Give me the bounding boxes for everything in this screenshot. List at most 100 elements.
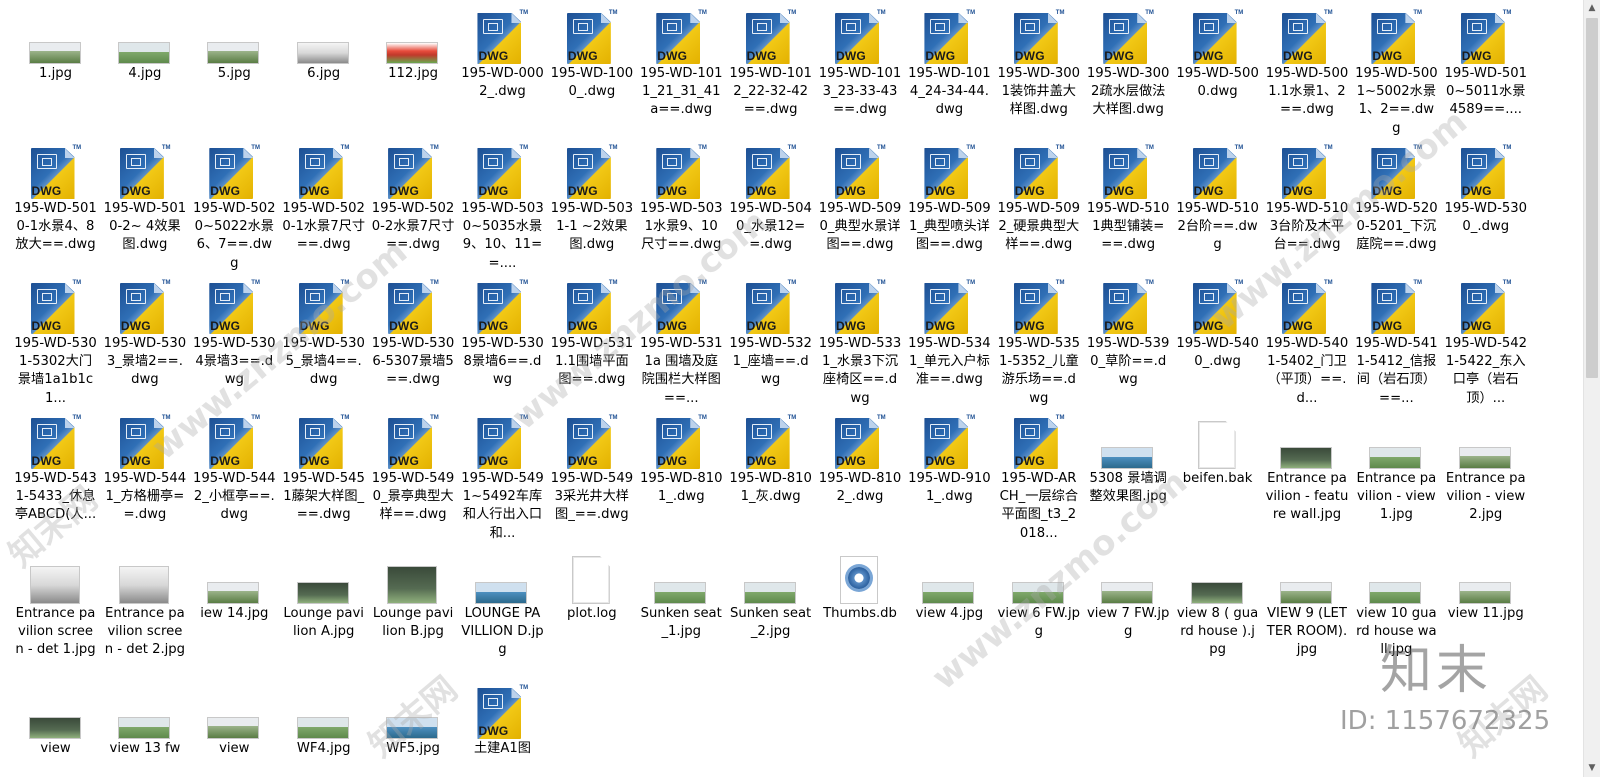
file-name-label: Sunken seat_1.jpg (640, 606, 722, 640)
file-item[interactable]: DWG TM 195-WD-5400_.dwg (1172, 270, 1261, 405)
vertical-scrollbar[interactable]: ▲ ▼ (1583, 0, 1600, 777)
file-item[interactable]: WF4.jpg (278, 675, 367, 777)
file-item[interactable]: Lounge pavilion A.jpg (278, 540, 367, 675)
file-item[interactable]: DWG TM 195-WD-1014_24-34-44.dwg (904, 0, 993, 135)
file-item[interactable]: DWG TM 195-WD-0002_.dwg (457, 0, 546, 135)
file-item[interactable]: DWG TM 195-WD-5020-1水景7尺寸==.dwg (278, 135, 367, 270)
file-item[interactable]: Entrance pavilion - feature wall.jpg (1261, 405, 1350, 540)
file-item[interactable]: DWG TM 195-WD-5001.1水景1、2==.dwg (1261, 0, 1350, 135)
file-item[interactable]: DWG TM 195-WD-ARCH_一层综合平面图_t3_2018... (993, 405, 1082, 541)
file-item[interactable]: view (10, 675, 99, 777)
file-item[interactable]: 5.jpg (189, 0, 278, 135)
scrollbar-thumb[interactable] (1586, 18, 1598, 378)
file-item[interactable]: view 8 ( guard house ).jpg (1172, 540, 1261, 675)
scroll-down-arrow-icon[interactable]: ▼ (1584, 760, 1600, 777)
file-item[interactable]: 112.jpg (368, 0, 457, 135)
file-item[interactable]: Entrance pavilion screen - det 2.jpg (99, 540, 188, 675)
file-item[interactable]: Sunken seat_1.jpg (636, 540, 725, 675)
trademark-label: TM (877, 10, 886, 16)
file-item[interactable]: DWG TM 195-WD-5303_景墙2==.dwg (99, 270, 188, 405)
file-item[interactable]: DWG TM 195-WD-5301-5302大门景墙1a1b1c1... (10, 270, 99, 406)
file-item[interactable]: DWG TM 195-WD-1013_23-33-43==.dwg (815, 0, 904, 135)
file-item[interactable]: Entrance pavilion - view 1.jpg (1351, 405, 1440, 540)
file-item[interactable]: DWG TM 195-WD-5300_.dwg (1440, 135, 1529, 270)
file-item[interactable]: DWG TM 195-WD-5305_景墙4==.dwg (278, 270, 367, 405)
file-item[interactable]: DWG TM 195-WD-5020-2水景7尺寸==.dwg (368, 135, 457, 270)
file-item[interactable]: DWG TM 195-WD-5351-5352_儿童游乐场==.dwg (993, 270, 1082, 406)
file-item[interactable]: DWG TM 195-WD-9101_.dwg (904, 405, 993, 540)
file-item[interactable]: view 6 FW.jpg (993, 540, 1082, 675)
file-item[interactable]: Thumbs.db (815, 540, 904, 675)
file-item[interactable]: DWG TM 195-WD-5090_典型水景详图==.dwg (815, 135, 904, 270)
file-item[interactable]: DWG TM 195-WD-5040_水景12==.dwg (725, 135, 814, 270)
file-item[interactable]: DWG TM 195-WD-8102_.dwg (815, 405, 904, 540)
file-item[interactable]: DWG TM 195-WD-5304景墙3==.dwg (189, 270, 278, 405)
file-item[interactable]: view 4.jpg (904, 540, 993, 675)
file-item[interactable]: DWG TM 195-WD-5411-5412_信报间（岩石顶）==... (1351, 270, 1440, 406)
scroll-up-arrow-icon[interactable]: ▲ (1584, 0, 1600, 17)
file-item[interactable]: DWG TM 195-WD-5031-1 ~2效果图.dwg (546, 135, 635, 270)
file-item[interactable]: DWG TM 195-WD-5401-5402_门卫（平顶）==.d... (1261, 270, 1350, 406)
file-item[interactable]: DWG TM 195-WD-3001装饰井盖大样图.dwg (993, 0, 1082, 135)
file-item[interactable]: beifen.bak (1172, 405, 1261, 540)
file-item[interactable]: plot.log (546, 540, 635, 675)
file-item[interactable]: iew 14.jpg (189, 540, 278, 675)
file-item[interactable]: DWG TM 195-WD-5020~5022水景6、7==.dwg (189, 135, 278, 271)
file-item[interactable]: 4.jpg (99, 0, 188, 135)
file-item[interactable]: 5308 景墙调整效果图.jpg (1083, 405, 1172, 540)
file-item[interactable]: view 13 fw (99, 675, 188, 777)
file-item[interactable]: DWG TM 195-WD-5493采光井大样图_==.dwg (546, 405, 635, 540)
file-item[interactable]: DWG TM 195-WD-1000_.dwg (546, 0, 635, 135)
file-item[interactable]: DWG TM 195-WD-5001~5002水景1、2==.dwg (1351, 0, 1440, 136)
file-item[interactable]: DWG TM 土建A1图 (457, 675, 546, 777)
file-item[interactable]: DWG TM 195-WD-5331_水景3下沉座椅区==.dwg (815, 270, 904, 406)
trademark-label: TM (698, 280, 707, 286)
file-item[interactable]: DWG TM 195-WD-5091_典型喷头详图==.dwg (904, 135, 993, 270)
dwg-file-icon: DWG TM (477, 685, 528, 739)
file-item[interactable]: 1.jpg (10, 0, 99, 135)
file-item[interactable]: DWG TM 195-WD-5311a 围墙及庭院围栏大样图==... (636, 270, 725, 406)
file-item[interactable]: DWG TM 195-WD-5101典型铺装===.dwg (1083, 135, 1172, 270)
file-item[interactable]: DWG TM 195-WD-8101_灰.dwg (725, 405, 814, 540)
file-item[interactable]: Entrance pavilion - view 2.jpg (1440, 405, 1529, 540)
file-item[interactable]: view (189, 675, 278, 777)
file-item[interactable]: DWG TM 195-WD-5031水景9、10尺寸==.dwg (636, 135, 725, 270)
file-item[interactable]: DWG TM 195-WD-5010~5011水景4589==.... (1440, 0, 1529, 135)
file-item[interactable]: DWG TM 195-WD-5010-2~ 4效果图.dwg (99, 135, 188, 270)
file-item[interactable]: DWG TM 195-WD-1012_22-32-42==.dwg (725, 0, 814, 135)
trademark-label: TM (1502, 145, 1512, 151)
file-item[interactable]: VIEW 9 (LETTER ROOM).jpg (1261, 540, 1350, 675)
file-item[interactable]: DWG TM 195-WD-5442_小框亭==.dwg (189, 405, 278, 540)
file-item[interactable]: DWG TM 195-WD-5103台阶及木平台==.dwg (1261, 135, 1350, 270)
file-item[interactable]: DWG TM 195-WD-5000.dwg (1172, 0, 1261, 135)
file-item[interactable]: DWG TM 195-WD-5490_景亭典型大样==.dwg (368, 405, 457, 540)
file-item[interactable]: DWG TM 195-WD-5311.1围墙平面图==.dwg (546, 270, 635, 405)
file-item[interactable]: DWG TM 195-WD-3002疏水层做法大样图.dwg (1083, 0, 1172, 135)
file-item[interactable]: view 7 FW.jpg (1083, 540, 1172, 675)
file-item[interactable]: Entrance pavilion screen - det 1.jpg (10, 540, 99, 675)
file-item[interactable]: DWG TM 195-WD-5092_硬景典型大样==.dwg (993, 135, 1082, 270)
file-item[interactable]: DWG TM 195-WD-5451藤架大样图_==.dwg (278, 405, 367, 540)
file-item[interactable]: DWG TM 195-WD-5441_方格栅亭==.dwg (99, 405, 188, 540)
file-item[interactable]: DWG TM 195-WD-5491~5492车库和人行出入口和... (457, 405, 546, 541)
file-item[interactable]: DWG TM 195-WD-5030~5035水景9、10、11==.... (457, 135, 546, 271)
file-item[interactable]: Lounge pavilion B.jpg (368, 540, 457, 675)
file-item[interactable]: DWG TM 195-WD-1011_21_31_41a==.dwg (636, 0, 725, 135)
file-item[interactable]: DWG TM 195-WD-5421-5422_东入口亭（岩石顶）... (1440, 270, 1529, 406)
file-item[interactable]: DWG TM 195-WD-5308景墙6==.dwg (457, 270, 546, 405)
file-item[interactable]: DWG TM 195-WD-5306-5307景墙5==.dwg (368, 270, 457, 405)
file-item[interactable]: DWG TM 195-WD-5341_单元入户标准==.dwg (904, 270, 993, 405)
file-item[interactable]: DWG TM 195-WD-5102台阶==.dwg (1172, 135, 1261, 270)
file-item[interactable]: DWG TM 195-WD-5431-5433_休息亭ABCD(人... (10, 405, 99, 540)
file-item[interactable]: DWG TM 195-WD-5321_座墙==.dwg (725, 270, 814, 405)
image-thumbnail (922, 582, 975, 604)
file-item[interactable]: LOUNGE PAVILLION D.jpg (457, 540, 546, 675)
file-item[interactable]: DWG TM 195-WD-8101_.dwg (636, 405, 725, 540)
file-item[interactable]: 6.jpg (278, 0, 367, 135)
file-item[interactable]: DWG TM 195-WD-5390_草阶==.dwg (1083, 270, 1172, 405)
file-item[interactable]: DWG TM 195-WD-5010-1水景4、8放大==.dwg (10, 135, 99, 270)
file-item[interactable]: WF5.jpg (368, 675, 457, 777)
file-item[interactable]: Sunken seat_2.jpg (725, 540, 814, 675)
file-item[interactable]: DWG TM 195-WD-5200-5201_下沉庭院==.dwg (1351, 135, 1440, 270)
file-thumbnail: DWG TM (457, 413, 546, 469)
